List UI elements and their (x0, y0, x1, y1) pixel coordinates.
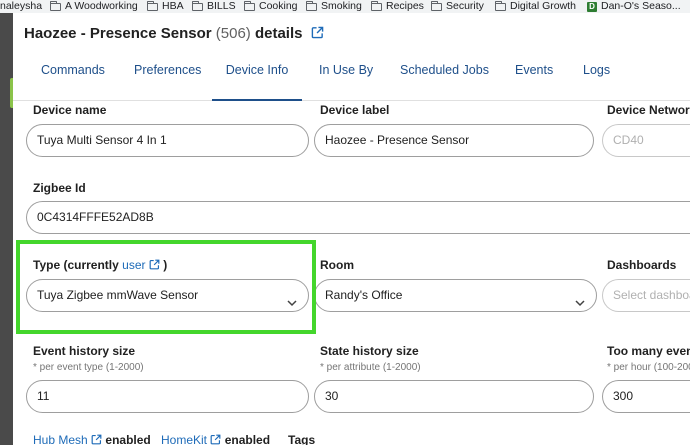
device-title: Haozee - Presence Sensor (24, 25, 212, 42)
bookmark-label: Dan-O's Seaso... (601, 0, 681, 12)
folder-icon (431, 0, 442, 11)
bookmarks-bar: naleysha A Woodworking HBA BILLS Cooking… (0, 0, 690, 13)
bookmark-dano[interactable]: D Dan-O's Seaso... (587, 0, 681, 13)
tab-device-info[interactable]: Device Info (212, 57, 302, 101)
device-network-input[interactable]: CD40 (602, 124, 690, 157)
bookmark-label: Digital Growth (510, 0, 576, 12)
state-history-hint: * per attribute (1-2000) (320, 362, 421, 373)
too-many-events-label: Too many events (607, 344, 690, 358)
too-many-events-input[interactable]: 300 (602, 380, 690, 413)
folder-icon (495, 0, 506, 11)
bookmark-label: naleysha (0, 0, 43, 12)
bookmark-label: A Woodworking (65, 0, 138, 12)
hub-mesh-status-text: enabled (105, 433, 151, 445)
room-label: Room (320, 258, 354, 272)
state-history-input[interactable]: 30 (314, 380, 594, 413)
tab-in-use-by[interactable]: In Use By (319, 57, 373, 101)
bookmark-recipes[interactable]: Recipes (371, 0, 424, 13)
bookmark-bills[interactable]: BILLS (192, 0, 236, 13)
device-name-label: Device name (33, 103, 107, 117)
external-link-icon[interactable] (91, 434, 102, 445)
dialog-title: Haozee - Presence Sensor (506) details (24, 25, 324, 43)
homekit-status: HomeKit enabled (161, 433, 270, 445)
dano-favicon-icon: D (587, 1, 597, 12)
homekit-link[interactable]: HomeKit (161, 433, 207, 445)
bookmark-naleysha[interactable]: naleysha (0, 0, 42, 13)
event-history-hint: * per event type (1-2000) (33, 362, 144, 373)
bookmark-hba[interactable]: HBA (147, 0, 184, 13)
folder-icon (371, 0, 382, 11)
external-link-icon[interactable] (210, 434, 221, 445)
tab-events[interactable]: Events (515, 57, 553, 101)
zigbee-id-input[interactable]: 0C4314FFFE52AD8B (26, 201, 690, 234)
tab-bar: Commands Preferences Device Info In Use … (13, 57, 690, 101)
folder-icon (147, 0, 158, 11)
title-suffix: details (254, 25, 303, 42)
bookmark-smoking[interactable]: Smoking (306, 0, 362, 13)
highlight-box (16, 240, 316, 334)
bookmark-label: BILLS (207, 0, 236, 12)
dashboards-label: Dashboards (607, 258, 677, 272)
tab-logs[interactable]: Logs (583, 57, 610, 101)
bookmark-woodworking[interactable]: A Woodworking (50, 0, 138, 13)
dashboards-select[interactable]: Select dashboard (602, 279, 690, 312)
bookmark-label: HBA (162, 0, 184, 12)
device-name-input[interactable]: Tuya Multi Sensor 4 In 1 (26, 124, 309, 157)
chevron-down-icon (574, 290, 586, 311)
bookmark-label: Cooking (259, 0, 298, 12)
too-many-events-hint: * per hour (100-2000) (607, 362, 690, 373)
device-details-dialog: Haozee - Presence Sensor (506) details C… (13, 13, 690, 445)
bookmark-digital-growth[interactable]: Digital Growth (495, 0, 576, 13)
hub-mesh-status: Hub Mesh enabled (33, 433, 151, 445)
tags-label: Tags (288, 433, 316, 445)
state-history-label: State history size (320, 344, 419, 358)
homekit-status-text: enabled (224, 433, 271, 445)
room-select[interactable]: Randy's Office (314, 279, 597, 312)
bookmark-label: Smoking (321, 0, 362, 12)
bookmark-label: Security (446, 0, 484, 12)
folder-icon (306, 0, 317, 11)
folder-icon (244, 0, 255, 11)
room-select-value: Randy's Office (325, 288, 403, 302)
device-label-input[interactable]: Haozee - Presence Sensor (314, 124, 594, 157)
folder-icon (192, 0, 203, 11)
bookmark-label: Recipes (386, 0, 424, 12)
tab-commands[interactable]: Commands (41, 57, 105, 101)
bookmark-cooking[interactable]: Cooking (244, 0, 298, 13)
tab-preferences[interactable]: Preferences (134, 57, 201, 101)
event-history-label: Event history size (33, 344, 136, 358)
external-link-icon[interactable] (311, 26, 324, 43)
zigbee-id-label: Zigbee Id (33, 181, 86, 195)
event-history-input[interactable]: 11 (26, 380, 309, 413)
folder-icon (50, 0, 61, 11)
device-network-label: Device Network (607, 103, 690, 117)
tab-scheduled-jobs[interactable]: Scheduled Jobs (400, 57, 489, 101)
bookmark-security[interactable]: Security (431, 0, 484, 13)
device-id-count: (506) (215, 25, 251, 42)
device-label-label: Device label (320, 103, 390, 117)
hub-mesh-link[interactable]: Hub Mesh (33, 433, 88, 445)
